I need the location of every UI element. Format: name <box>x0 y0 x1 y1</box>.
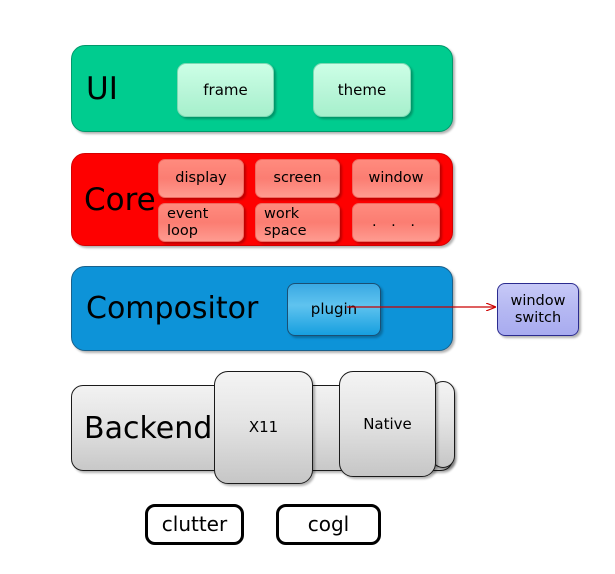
component-native[interactable]: Native <box>339 371 436 477</box>
component-theme[interactable]: theme <box>313 63 411 117</box>
library-cogl[interactable]: cogl <box>276 504 381 545</box>
layer-label-backend: Backend <box>84 410 213 446</box>
node-window-switch[interactable]: window switch <box>497 283 579 336</box>
component-event-loop[interactable]: event loop <box>158 203 244 242</box>
component-x11[interactable]: X11 <box>214 371 313 484</box>
layer-label-core: Core <box>84 181 156 218</box>
component-plugin[interactable]: plugin <box>287 283 381 336</box>
architecture-diagram: UI frame theme Core display screen windo… <box>0 0 615 574</box>
layer-label-compositor: Compositor <box>86 291 259 326</box>
component-more-ellipsis: . . . <box>352 203 440 242</box>
component-work-space[interactable]: work space <box>255 203 340 242</box>
component-window[interactable]: window <box>352 159 440 198</box>
component-display[interactable]: display <box>158 159 244 198</box>
layer-label-ui: UI <box>86 70 118 107</box>
library-clutter[interactable]: clutter <box>145 504 244 545</box>
component-screen[interactable]: screen <box>255 159 340 198</box>
component-frame[interactable]: frame <box>177 63 274 117</box>
